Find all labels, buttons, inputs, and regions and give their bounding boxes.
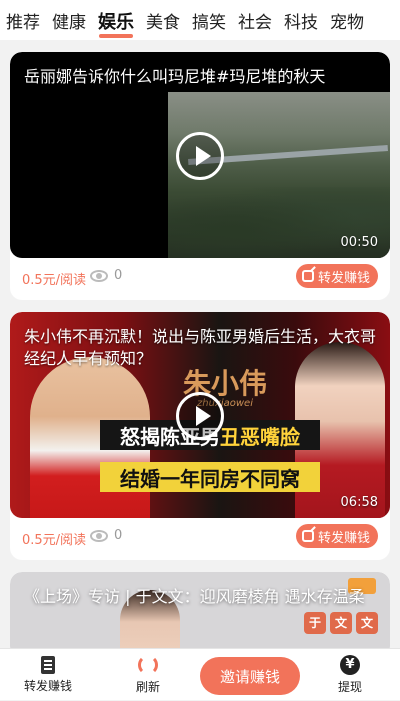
nav-withdraw-label: 提现 — [337, 680, 362, 694]
share-icon — [301, 530, 314, 542]
document-icon — [41, 656, 55, 674]
thumbnail-seal-char: 文 — [330, 612, 352, 634]
tab-society[interactable]: 社会 — [238, 0, 272, 40]
video-title[interactable]: 岳丽娜告诉你什么叫玛尼堆#玛尼堆的秋天 — [24, 66, 376, 88]
share-earn-label: 转发赚钱 — [317, 530, 370, 546]
tab-entertainment[interactable]: 娱乐 — [98, 0, 134, 40]
read-price: 0.5元/阅读 — [22, 273, 87, 288]
video-card: 朱小伟 zhuxiaowei 怒揭陈亚男 丑恶嘴脸 结婚一年同房不同窝 朱小伟不再… — [10, 312, 390, 560]
video-duration: 00:50 — [340, 235, 378, 250]
video-duration: 06:58 — [340, 495, 378, 510]
view-count: 0 — [90, 528, 122, 543]
nav-refresh[interactable]: 刷新 — [120, 649, 176, 701]
video-thumbnail[interactable]: 朱小伟 zhuxiaowei 怒揭陈亚男 丑恶嘴脸 结婚一年同房不同窝 朱小伟不再… — [10, 312, 390, 518]
video-thumbnail[interactable]: 于 文 文 《上场》专访 | 于文文：迎风磨棱角 遇水存温柔 — [10, 572, 390, 648]
tab-pets[interactable]: 宠物 — [330, 0, 364, 40]
category-tabs: 推荐 健康 娱乐 美食 搞笑 社会 科技 宠物 — [0, 0, 400, 40]
thumbnail-seal-char: 文 — [356, 612, 378, 634]
view-count: 0 — [90, 268, 122, 283]
read-price: 0.5元/阅读 — [22, 533, 87, 548]
invite-earn-button[interactable]: 邀请赚钱 — [200, 657, 300, 695]
share-earn-label: 转发赚钱 — [317, 270, 370, 286]
tab-tech[interactable]: 科技 — [284, 0, 318, 40]
video-card: 岳丽娜告诉你什么叫玛尼堆#玛尼堆的秋天 00:50 0.5元/阅读 0 转发赚钱 — [10, 52, 390, 300]
tab-recommend[interactable]: 推荐 — [6, 0, 40, 40]
thumbnail-caption-2: 结婚一年同房不同窝 — [100, 462, 320, 492]
video-card: 于 文 文 《上场》专访 | 于文文：迎风磨棱角 遇水存温柔 — [10, 572, 390, 648]
tab-food[interactable]: 美食 — [146, 0, 180, 40]
video-thumbnail[interactable]: 岳丽娜告诉你什么叫玛尼堆#玛尼堆的秋天 00:50 — [10, 52, 390, 258]
yen-icon: ¥ — [340, 655, 360, 675]
tab-funny[interactable]: 搞笑 — [192, 0, 226, 40]
nav-withdraw[interactable]: ¥ 提现 — [322, 649, 378, 701]
nav-share-earn-label: 转发赚钱 — [23, 679, 72, 693]
tab-health[interactable]: 健康 — [52, 0, 86, 40]
refresh-icon — [138, 655, 158, 675]
caption-highlight: 丑恶嘴脸 — [220, 424, 300, 449]
play-button-icon[interactable] — [176, 392, 224, 440]
video-title[interactable]: 朱小伟不再沉默！说出与陈亚男婚后生活，大衣哥经纪人早有预知？ — [24, 326, 376, 370]
video-feed[interactable]: 岳丽娜告诉你什么叫玛尼堆#玛尼堆的秋天 00:50 0.5元/阅读 0 转发赚钱… — [0, 40, 400, 648]
bottom-nav: 转发赚钱 刷新 邀请赚钱 ¥ 提现 — [0, 648, 400, 700]
video-title[interactable]: 《上场》专访 | 于文文：迎风磨棱角 遇水存温柔 — [24, 586, 376, 608]
view-count-value: 0 — [114, 268, 123, 283]
card-meta: 0.5元/阅读 0 转发赚钱 — [10, 518, 390, 554]
card-meta: 0.5元/阅读 0 转发赚钱 — [10, 258, 390, 294]
nav-share-earn[interactable]: 转发赚钱 — [18, 649, 78, 701]
play-button-icon[interactable] — [176, 132, 224, 180]
nav-refresh-label: 刷新 — [135, 680, 160, 694]
view-count-value: 0 — [114, 528, 123, 543]
share-earn-button[interactable]: 转发赚钱 — [295, 524, 378, 548]
thumbnail-seal-char: 于 — [304, 612, 326, 634]
share-earn-button[interactable]: 转发赚钱 — [295, 264, 378, 288]
share-icon — [301, 270, 314, 282]
eye-icon — [90, 529, 108, 542]
eye-icon — [90, 269, 108, 282]
